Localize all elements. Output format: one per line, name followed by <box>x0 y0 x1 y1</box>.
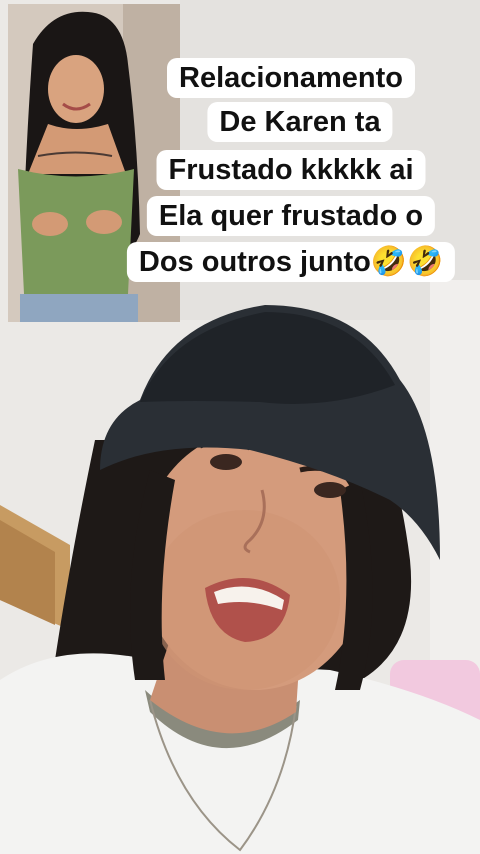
inset-right-hand <box>86 210 122 234</box>
wall-upper <box>180 0 480 320</box>
right-eye <box>314 482 346 498</box>
inset-image <box>8 4 180 322</box>
left-eye <box>210 454 242 470</box>
inset-left-hand <box>32 212 68 236</box>
inset-face <box>48 55 104 123</box>
picture-in-picture <box>8 4 180 322</box>
inset-jeans <box>20 294 138 322</box>
door-frame <box>430 280 480 700</box>
inset-green-top <box>18 169 134 294</box>
